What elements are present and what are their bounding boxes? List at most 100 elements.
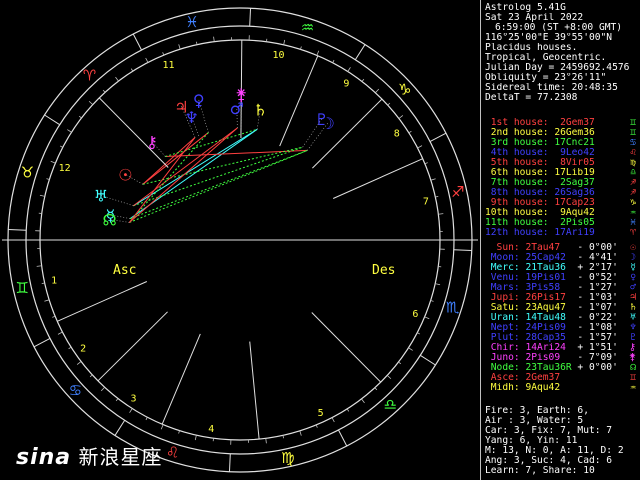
degree-tick [145,57,149,63]
planet-row: Venu: 19Pis01 - 0°52' ♀ [485,273,637,283]
planet-name: Sun: [485,243,526,253]
planet-row: Satu: 23Aqu47 - 1°07' ♄ [485,303,637,313]
house-row: 10th house: 9Aqu42 ♒ [485,208,637,218]
glyph-icon: ♄ [630,303,636,313]
degree-tick [408,347,413,351]
house-number: 4 [208,424,214,435]
house-label: 6th house: [485,168,555,178]
planet-position: 3Pis58 [525,283,578,293]
planet-name: Asce: [485,373,526,383]
zodiac-sign-icon: ♍ [281,449,294,467]
zodiac-sign-icon: ♐ [451,183,464,201]
degree-tick [346,408,350,412]
app-title: Astrolog 5.41G [485,3,566,13]
planet-row: Sun: 2Tau47 - 0°00' ☉ [485,243,637,253]
degree-tick [115,76,119,82]
sidereal-time: Sidereal time: 20:48:35 [485,83,618,93]
planet-position: 2Tau47 [525,243,578,253]
planet-row: Juno: 2Pis09 - 7°09' ⚵ [485,353,637,363]
glyph-icon: ☽ [630,253,636,263]
degree-tick [194,435,197,441]
aspect-line [129,149,308,223]
planet-icon: ♀ [193,91,205,110]
sign-boundary [338,429,348,447]
house-system: Placidus houses. [485,43,578,53]
chart-location: 116°25'00"E 39°55'00"N [485,33,613,43]
degree-tick [430,300,434,302]
glyph-icon: ♊ [630,373,636,383]
planet-icon: ♆ [184,108,198,127]
glyph-icon: ⚷ [628,343,636,353]
glyph-icon: ♂ [630,283,636,293]
sign-boundary [44,114,60,126]
planet-row: Plut: 28Cap35 - 1°57' ♇ [485,333,637,343]
house-row: 7th house: 2Sag37 ♐ [485,178,637,188]
degree-tick [438,213,444,215]
sina-watermark: sina 新浪星座 [16,441,163,470]
glyph-icon: ♐ [630,178,636,188]
house-row: 2nd house: 26Gem36 ♊ [485,128,637,138]
sign-boundary [429,132,447,142]
degree-tick [417,332,421,335]
planet-position: 23Tau36R [525,363,578,373]
house-cusp-line [279,55,319,147]
summary-row: M: 13, N: 0, A: 11, D: 2 [485,446,637,456]
degree-tick [52,315,56,318]
degree-tick [44,299,50,302]
summary-text: Learn: 7, Share: 10 [485,466,595,476]
zodiac-sign-icon: ♌ [166,444,179,462]
house-position: 2Pis05 [554,218,595,228]
planet-latitude: - 0°22' [577,313,618,323]
degree-tick [283,39,286,45]
sign-boundary [420,354,436,366]
planet-icon: ⚷ [146,133,158,152]
house-position: 2Sag37 [554,178,595,188]
planet-name: Plut: [485,333,526,343]
house-row: 5th house: 8Vir05 ♍ [485,158,637,168]
glyph-icon: ♎ [630,168,636,178]
info-panel: Astrolog 5.41G Sat 23 April 2022 6:59:00… [480,0,640,480]
sign-boundary [453,249,472,252]
summary-text: Car: 3, Fix: 7, Mut: 7 [485,426,613,436]
zodiac-sign-icon: ♈ [83,66,96,84]
zodiac-sign-icon: ♏ [446,298,460,316]
julian-day: Julian Day = 2459692.4576 [485,63,630,73]
house-number: 5 [318,408,324,419]
planet-latitude: - 0°00' [577,243,618,253]
sign-boundary [228,453,231,472]
degree-tick [315,424,318,428]
planet-position: 26Pis17 [525,293,578,303]
house-label: 9th house: [485,198,555,208]
house-position: 8Vir05 [554,158,595,168]
planet-latitude: - 1°08' [577,323,618,333]
aspect-line [129,149,308,220]
planet-position: 23Aqu47 [525,303,578,313]
house-position: 26Sag36 [554,188,595,198]
house-label: 1st house: [485,118,555,128]
house-row: 9th house: 17Cap23 ♑ [485,198,637,208]
degree-tick [162,52,165,56]
planet-latitude: - 0°52' [577,273,618,283]
house-position: 17Lib19 [554,168,595,178]
planet-row: Jupi: 26Pis17 - 1°03' ♃ [485,293,637,303]
degree-tick [46,178,50,180]
house-position: 26Gem36 [554,128,595,138]
zodiac-sign-icon: ♎ [384,396,397,414]
degree-tick [68,346,72,350]
planet-latitude: + 0°00' [577,363,618,373]
chart-wheel: ♈♉♊♋♌ ♍♎♏♐♑♒♓ 123456789101112 ☉☽☿♀ ♂♃ ♄♅♆ ♇⚷… [2,7,478,473]
house-label: 12th house: [485,228,555,238]
glyph-icon: ♈ [630,228,636,238]
planet-latitude: - 4°41' [577,253,618,263]
house-row: 6th house: 17Lib19 ♎ [485,168,637,178]
planet-position: 19Pis01 [525,273,578,283]
planet-row: Merc: 21Tau36 + 2°17' ☿ [485,263,637,273]
glyph-icon: ♒ [630,208,636,218]
house-row: 4th house: 9Leo42 ♌ [485,148,637,158]
sign-boundary [132,33,142,51]
planet-position: 25Cap42 [525,253,578,263]
degree-tick [102,89,106,93]
summary-text: M: 13, N: 0, A: 11, D: 2 [485,446,624,456]
degree-tick [408,130,412,134]
aspect-line [129,132,209,223]
